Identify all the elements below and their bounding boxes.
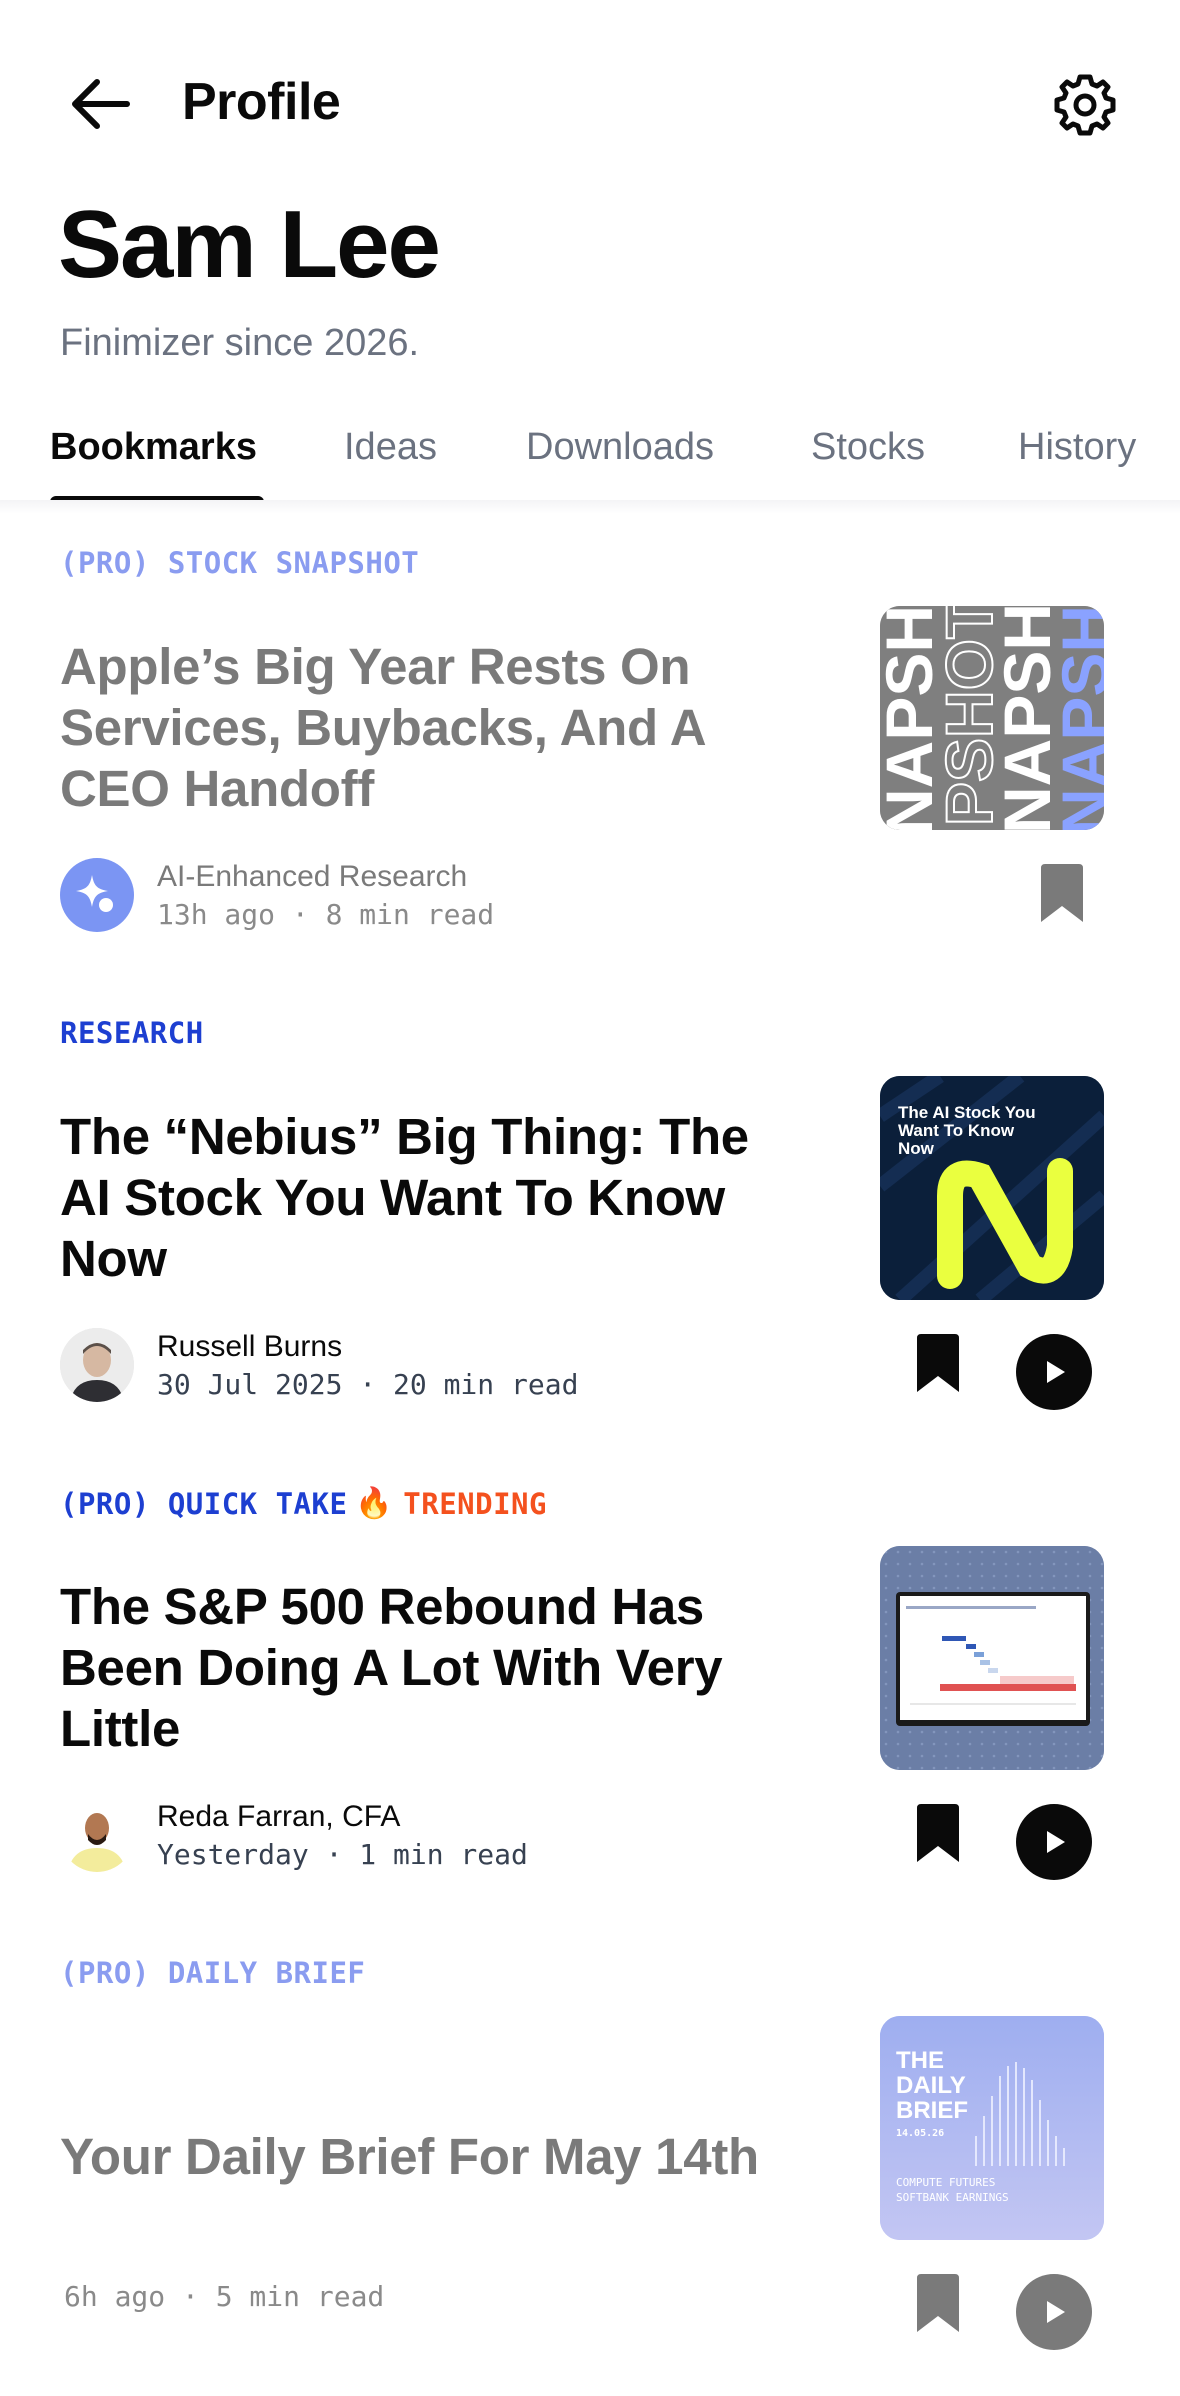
bookmark-card[interactable]: (PRO) DAILY BRIEF Your Daily Brief For M… <box>0 1956 1180 2396</box>
bookmark-card[interactable]: (PRO) STOCK SNAPSHOT Apple’s Big Year Re… <box>0 546 1180 1016</box>
trending-label: TRENDING <box>403 1486 547 1521</box>
pro-label: (PRO) <box>60 1486 150 1521</box>
bookmark-filled-icon <box>1041 864 1083 922</box>
bookmark-button[interactable] <box>906 2266 970 2342</box>
page-title: Profile <box>182 73 341 131</box>
tab-downloads[interactable]: Downloads <box>526 426 714 469</box>
article-kicker: (PRO) DAILY BRIEF <box>60 1956 365 1990</box>
bookmark-filled-icon <box>917 1804 959 1862</box>
ai-research-avatar <box>60 858 134 932</box>
author-avatar <box>60 1798 134 1872</box>
article-meta: Russell Burns 30 Jul 2025 · 20 min read <box>60 1326 780 1406</box>
play-icon <box>1047 1831 1065 1853</box>
chart-thumbnail-art <box>880 1546 1104 1770</box>
article-time: Yesterday · 1 min read <box>157 1838 528 1871</box>
category-label: DAILY BRIEF <box>167 1956 366 1990</box>
article-kicker: RESEARCH <box>60 1016 204 1050</box>
article-title[interactable]: The S&P 500 Rebound Has Been Doing A Lot… <box>60 1576 780 1759</box>
article-time: 13h ago · 8 min read <box>157 898 495 931</box>
article-time: 30 Jul 2025 · 20 min read <box>157 1368 579 1401</box>
thumbnail-line-2: SOFTBANK EARNINGS <box>896 2191 1009 2204</box>
sparkle-icon <box>76 875 113 912</box>
thumbnail-title: THE DAILY BRIEF <box>896 2047 968 2124</box>
play-icon <box>1047 1361 1065 1383</box>
article-thumbnail[interactable] <box>880 1546 1104 1770</box>
category-label: QUICK TAKE <box>167 1486 348 1521</box>
article-author: Reda Farran, CFA <box>157 1800 401 1833</box>
article-author: AI-Enhanced Research <box>157 860 468 893</box>
bookmark-button[interactable] <box>906 1326 970 1402</box>
play-audio-button[interactable] <box>1016 2274 1092 2350</box>
article-kicker: (PRO) STOCK SNAPSHOT <box>60 546 419 580</box>
top-bar: Profile <box>0 0 1180 200</box>
settings-button[interactable] <box>1040 60 1130 150</box>
svg-text:NAPSHO: NAPSHO <box>1048 606 1104 830</box>
profile-name: Sam Lee <box>58 191 441 298</box>
article-kicker: (PRO) QUICK TAKE 🔥 TRENDING <box>60 1486 547 1521</box>
tab-history[interactable]: History <box>1018 426 1136 469</box>
author-photo <box>60 1798 134 1872</box>
profile-tabs: Bookmarks Ideas Downloads Stocks History <box>0 420 1180 510</box>
bookmark-card[interactable]: RESEARCH The “Nebius” Big Thing: The AI … <box>0 1016 1180 1486</box>
article-meta: Reda Farran, CFA Yesterday · 1 min read <box>60 1796 780 1876</box>
article-title[interactable]: The “Nebius” Big Thing: The AI Stock You… <box>60 1106 780 1289</box>
article-meta: AI-Enhanced Research 13h ago · 8 min rea… <box>60 856 780 936</box>
tab-bookmarks[interactable]: Bookmarks <box>50 426 257 469</box>
tabs-divider <box>0 500 1180 514</box>
article-title[interactable]: Apple’s Big Year Rests On Services, Buyb… <box>60 636 780 819</box>
arrow-left-icon <box>72 79 130 129</box>
pro-label: (PRO) <box>60 1956 150 1990</box>
fire-icon: 🔥 <box>355 1486 394 1521</box>
category-label: RESEARCH <box>60 1016 204 1050</box>
bookmark-card[interactable]: (PRO) QUICK TAKE 🔥 TRENDING The S&P 500 … <box>0 1486 1180 1956</box>
author-avatar <box>60 1328 134 1402</box>
article-thumbnail[interactable]: The AI Stock You Want To Know Now <box>880 1076 1104 1300</box>
category-label: STOCK SNAPSHOT <box>167 546 420 580</box>
pro-label: (PRO) <box>60 546 150 580</box>
thumbnail-line-1: COMPUTE FUTURES <box>896 2176 996 2189</box>
bookmark-filled-icon <box>917 2274 959 2332</box>
play-audio-button[interactable] <box>1016 1804 1092 1880</box>
back-button[interactable] <box>60 64 140 144</box>
tab-stocks[interactable]: Stocks <box>811 426 925 469</box>
author-photo <box>60 1328 134 1402</box>
bookmark-filled-icon <box>917 1334 959 1392</box>
article-thumbnail[interactable]: THE DAILY BRIEF 14.05.26 COMPUTE FUTURES… <box>880 2016 1104 2240</box>
gear-icon <box>1054 74 1116 136</box>
thumbnail-date: 14.05.26 <box>896 2128 945 2139</box>
article-author: Russell Burns <box>157 1330 343 1363</box>
bookmark-button[interactable] <box>1030 856 1094 932</box>
thumbnail-caption: The AI Stock You Want To Know Now <box>898 1103 1036 1158</box>
bookmark-button[interactable] <box>906 1796 970 1872</box>
play-icon <box>1047 2301 1065 2323</box>
snapshot-thumbnail-art: NAPSH PSHOTS NAPSH NAPSHO <box>880 606 1104 830</box>
article-title[interactable]: Your Daily Brief For May 14th <box>60 2126 780 2187</box>
play-audio-button[interactable] <box>1016 1334 1092 1410</box>
tab-ideas[interactable]: Ideas <box>344 426 437 469</box>
member-since: Finimizer since 2026. <box>60 322 420 364</box>
article-time: 6h ago · 5 min read <box>64 2280 385 2313</box>
article-thumbnail[interactable]: NAPSH PSHOTS NAPSH NAPSHO <box>880 606 1104 830</box>
